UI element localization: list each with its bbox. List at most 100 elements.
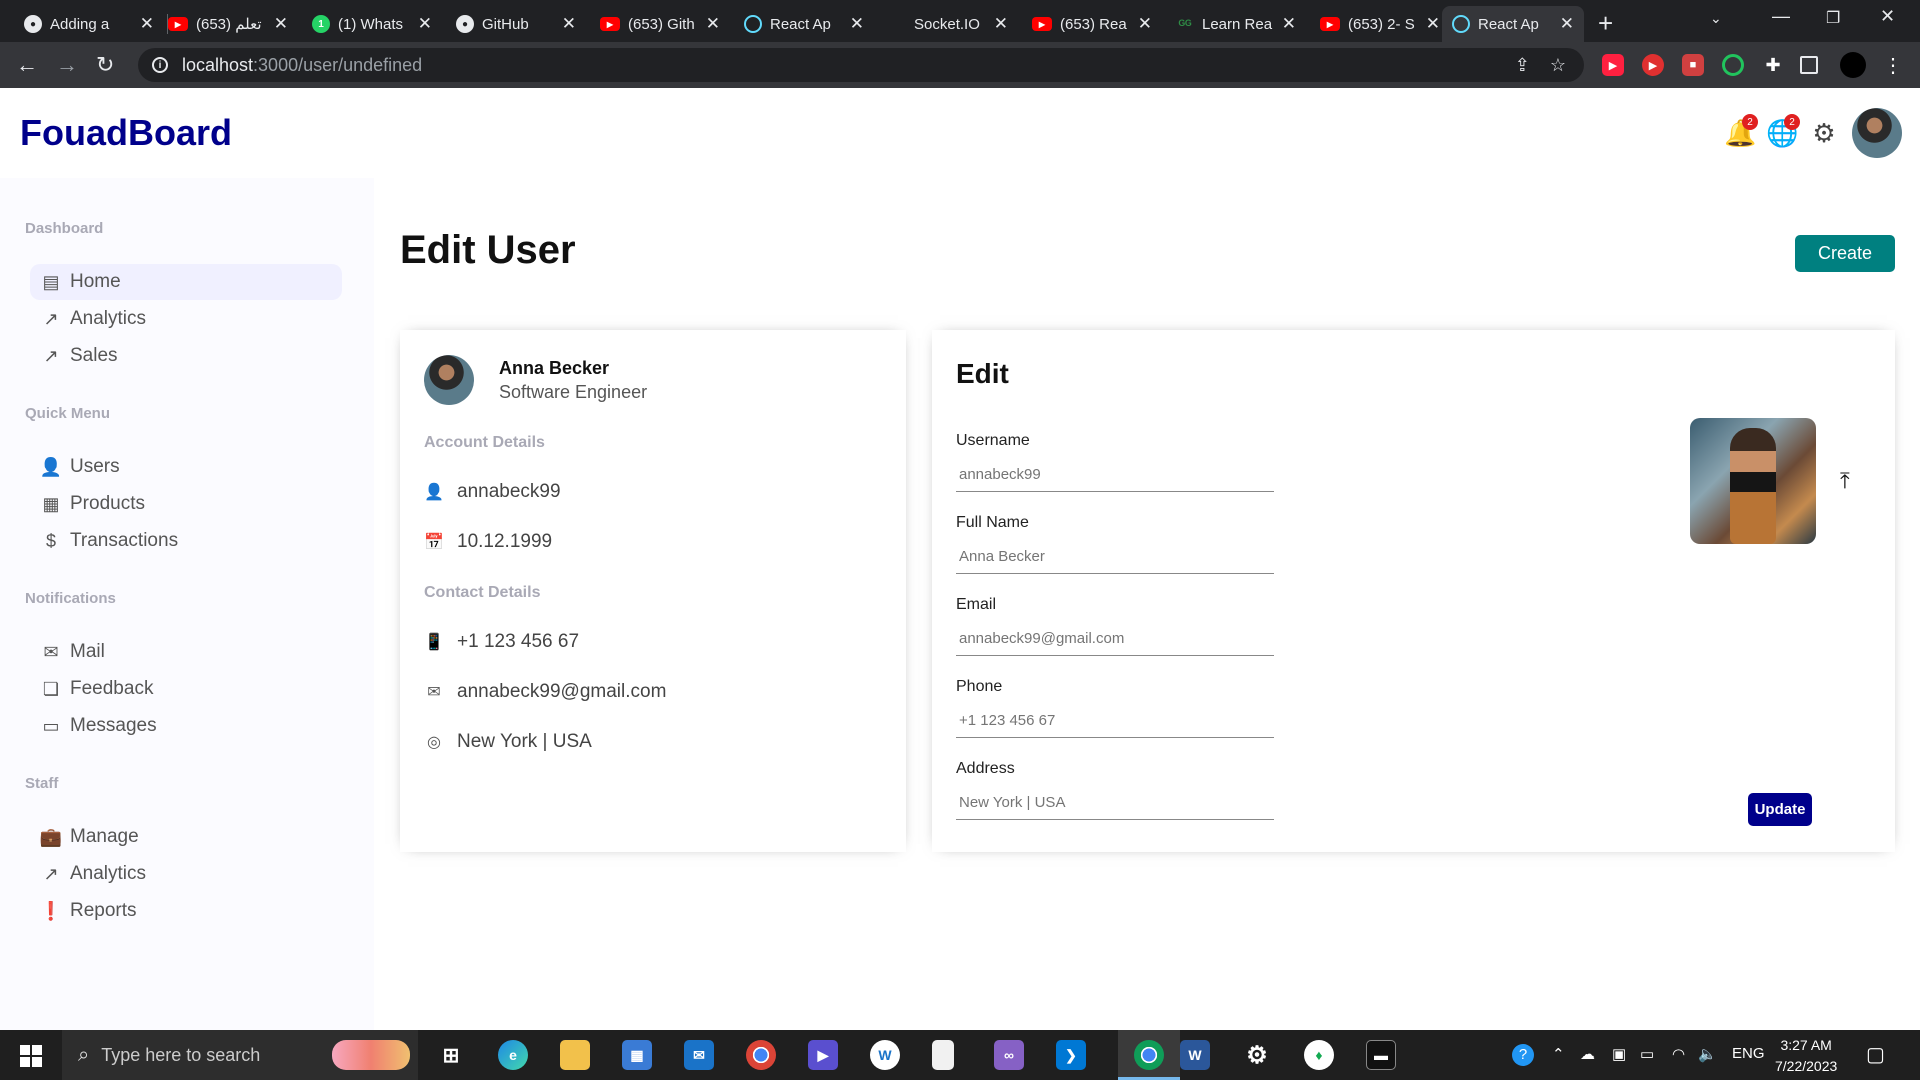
extension-icon[interactable]: ▶ xyxy=(1602,54,1624,76)
notepad-icon[interactable] xyxy=(932,1040,954,1070)
close-icon[interactable]: ✕ xyxy=(1282,14,1296,34)
browser-tab[interactable]: ▶ (653) Gith ✕ xyxy=(590,6,730,42)
restore-button[interactable]: ❐ xyxy=(1826,8,1840,28)
notifications-button[interactable]: 🔔 2 xyxy=(1724,114,1758,148)
close-icon[interactable]: ✕ xyxy=(1560,14,1574,34)
power-automate-icon[interactable]: ▶ xyxy=(808,1040,838,1070)
browser-tab[interactable]: ᴳᴳ Learn Rea ✕ xyxy=(1166,6,1306,42)
share-icon[interactable]: ⇪ xyxy=(1515,55,1530,76)
sidebar-item-sales[interactable]: ↗ Sales xyxy=(30,338,342,374)
app-logo[interactable]: FouadBoard xyxy=(20,112,232,154)
close-icon[interactable]: ✕ xyxy=(706,14,720,34)
close-icon[interactable]: ✕ xyxy=(562,14,576,34)
back-icon[interactable]: ← xyxy=(16,52,38,78)
browser-tab[interactable]: ● GitHub ✕ xyxy=(446,6,586,42)
username-input[interactable] xyxy=(956,458,1274,492)
browser-tab[interactable]: ▶ (653) 2- S ✕ xyxy=(1310,6,1450,42)
edge-icon[interactable]: e xyxy=(498,1040,528,1070)
extension-icon[interactable] xyxy=(1722,54,1744,76)
microsoft-store-icon[interactable]: ▦ xyxy=(622,1040,652,1070)
close-icon[interactable]: ✕ xyxy=(274,14,288,34)
wifi-icon[interactable]: ◠ xyxy=(1672,1045,1685,1063)
visual-studio-icon[interactable]: ∞ xyxy=(994,1040,1024,1070)
windows-start-icon[interactable] xyxy=(20,1045,42,1067)
email-input[interactable] xyxy=(956,622,1274,656)
close-window-button[interactable]: ✕ xyxy=(1880,6,1895,27)
reload-icon[interactable]: ↻ xyxy=(96,52,114,78)
sidebar-item-mail[interactable]: ✉ Mail xyxy=(30,634,342,670)
address-bar[interactable]: i localhost :3000/user/undefined ⇪ ☆ xyxy=(138,48,1584,82)
sidebar-item-reports[interactable]: ❗ Reports xyxy=(30,893,342,929)
app-icon[interactable]: W xyxy=(870,1040,900,1070)
extensions-puzzle-icon[interactable]: ✚ xyxy=(1762,54,1784,76)
home-icon: ▤ xyxy=(42,271,60,292)
update-button[interactable]: Update xyxy=(1748,793,1812,826)
browser-tab[interactable]: 1 (1) Whats ✕ xyxy=(302,6,442,42)
sidebar-item-staff-analytics[interactable]: ↗ Analytics xyxy=(30,856,342,892)
close-icon[interactable]: ✕ xyxy=(994,14,1008,34)
new-tab-button[interactable]: + xyxy=(1598,8,1613,39)
help-icon[interactable]: ? xyxy=(1512,1044,1534,1066)
meet-now-icon[interactable]: ▣ xyxy=(1612,1045,1626,1063)
browser-tab-active[interactable]: React Ap ✕ xyxy=(1442,6,1584,42)
volume-icon[interactable]: 🔈 xyxy=(1698,1045,1717,1063)
close-icon[interactable]: ✕ xyxy=(1138,14,1152,34)
word-icon[interactable]: W xyxy=(1180,1040,1210,1070)
taskbar-clock[interactable]: 3:27 AM 7/22/2023 xyxy=(1775,1035,1837,1077)
site-info-icon[interactable]: i xyxy=(152,57,168,73)
profile-avatar-icon[interactable] xyxy=(1840,52,1866,78)
mail-app-icon[interactable]: ✉ xyxy=(684,1040,714,1070)
chrome-icon[interactable] xyxy=(1134,1040,1164,1070)
terminal-icon[interactable]: ▬ xyxy=(1366,1040,1396,1070)
upload-icon[interactable]: ⤒ xyxy=(1840,468,1850,494)
task-view-icon[interactable]: ⊞ xyxy=(436,1040,466,1070)
browser-tab[interactable]: Socket.IO ✕ xyxy=(878,6,1018,42)
vscode-icon[interactable]: ❯ xyxy=(1056,1040,1086,1070)
close-icon[interactable]: ✕ xyxy=(418,14,432,34)
extension-icon[interactable]: ▶ xyxy=(1642,54,1664,76)
sidebar-item-transactions[interactable]: $ Transactions xyxy=(30,523,342,559)
side-panel-icon[interactable] xyxy=(1800,56,1818,74)
sidebar-item-manage[interactable]: 💼 Manage xyxy=(30,819,342,855)
sidebar-item-users[interactable]: 👤 Users xyxy=(30,449,342,485)
sidebar-item-feedback[interactable]: ❏ Feedback xyxy=(30,671,342,707)
taskbar-search[interactable]: ⌕ Type here to search xyxy=(62,1030,418,1080)
extension-icon[interactable]: ■ xyxy=(1682,54,1704,76)
chrome-icon[interactable] xyxy=(746,1040,776,1070)
browser-toolbar: ← → ↻ i localhost :3000/user/undefined ⇪… xyxy=(0,42,1920,88)
sidebar-item-products[interactable]: ▦ Products xyxy=(30,486,342,522)
mongodb-icon[interactable]: ♦ xyxy=(1304,1040,1334,1070)
create-button[interactable]: Create xyxy=(1795,235,1895,272)
address-label: Address xyxy=(956,760,1015,777)
file-explorer-icon[interactable] xyxy=(560,1040,590,1070)
close-icon[interactable]: ✕ xyxy=(140,14,154,34)
browser-tab[interactable]: ● Adding a ✕ xyxy=(14,6,164,42)
bookmark-star-icon[interactable]: ☆ xyxy=(1550,55,1566,76)
forward-icon[interactable]: → xyxy=(56,52,78,78)
onedrive-icon[interactable]: ☁ xyxy=(1580,1045,1595,1063)
settings-button[interactable]: ⚙ xyxy=(1809,118,1839,148)
topbar-avatar[interactable] xyxy=(1852,108,1902,158)
fullname-label: Full Name xyxy=(956,514,1029,531)
browser-tab[interactable]: ▶ (653) تعلم ✕ xyxy=(158,6,298,42)
close-icon[interactable]: ✕ xyxy=(1426,14,1440,34)
phone-input[interactable] xyxy=(956,704,1274,738)
sidebar-item-analytics[interactable]: ↗ Analytics xyxy=(30,301,342,337)
menu-dots-icon[interactable]: ⋮ xyxy=(1882,54,1904,77)
chevron-up-icon[interactable]: ⌃ xyxy=(1552,1045,1565,1063)
notification-center-icon[interactable]: ▢ xyxy=(1866,1042,1885,1067)
battery-icon[interactable]: ▭ xyxy=(1640,1045,1654,1063)
sidebar-item-messages[interactable]: ▭ Messages xyxy=(30,708,342,744)
sidebar-item-label: Messages xyxy=(70,715,157,736)
language-indicator[interactable]: ENG xyxy=(1732,1045,1765,1062)
language-button[interactable]: 🌐 2 xyxy=(1766,114,1800,148)
minimize-button[interactable]: — xyxy=(1772,6,1790,27)
browser-tab[interactable]: React Ap ✕ xyxy=(734,6,874,42)
fullname-input[interactable] xyxy=(956,540,1274,574)
tab-search-icon[interactable]: ⌄ xyxy=(1710,10,1722,27)
close-icon[interactable]: ✕ xyxy=(850,14,864,34)
address-input[interactable] xyxy=(956,786,1274,820)
settings-icon[interactable]: ⚙ xyxy=(1242,1040,1272,1070)
sidebar-item-home[interactable]: ▤ Home xyxy=(30,264,342,300)
browser-tab[interactable]: ▶ (653) Rea ✕ xyxy=(1022,6,1162,42)
